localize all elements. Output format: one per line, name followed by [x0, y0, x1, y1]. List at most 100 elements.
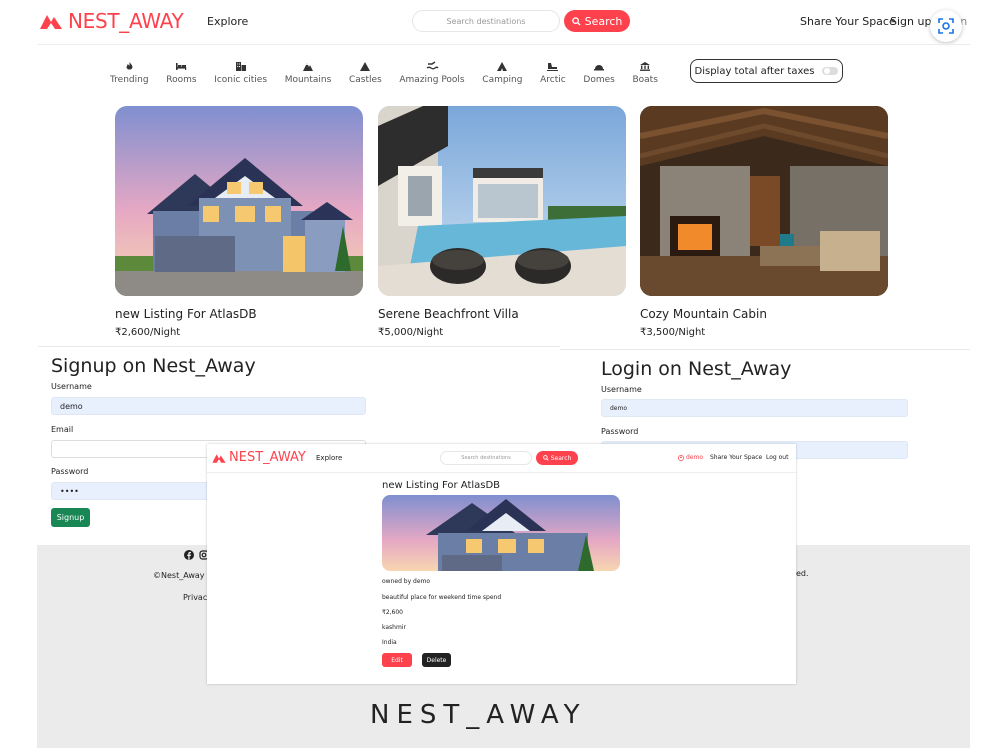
pool-icon: [426, 61, 439, 70]
brand-logo[interactable]: NEST_AWAY: [38, 9, 184, 33]
listing-owner: owned by demo: [382, 578, 431, 585]
listing-image[interactable]: [378, 106, 626, 296]
listing-image[interactable]: [640, 106, 888, 296]
boat-icon: [640, 62, 651, 71]
filter-label: Trending: [110, 75, 149, 85]
facebook-icon[interactable]: [184, 550, 194, 560]
password-label: Password: [51, 467, 89, 476]
listing-detail-window: NEST_AWAY Explore Search destinations Se…: [207, 444, 796, 684]
filter-label: Camping: [482, 75, 523, 85]
listing-location: kashmir: [382, 624, 406, 631]
mountain-icon: [303, 63, 313, 71]
filter-label: Castles: [348, 75, 382, 85]
airbnb-logo-icon: [212, 453, 226, 463]
filter-iconic-cities[interactable]: Iconic cities: [214, 61, 267, 89]
username: demo: [686, 454, 704, 461]
filter-label: Arctic: [540, 75, 566, 85]
filter-label: Iconic cities: [214, 75, 268, 85]
airbnb-logo-icon: [40, 15, 62, 29]
listing-price: ₹2,600/Night: [115, 327, 181, 338]
search-button[interactable]: Search: [536, 451, 578, 465]
filter-label: Mountains: [284, 75, 332, 85]
delete-button[interactable]: Delete: [422, 653, 451, 667]
search-button-label: Search: [550, 454, 572, 462]
filter-label: Boats: [632, 75, 658, 85]
section-divider: [38, 346, 560, 347]
bed-icon: [176, 63, 187, 70]
listing-title[interactable]: Serene Beachfront Villa: [378, 307, 519, 321]
email-label: Email: [51, 425, 74, 434]
logout-link[interactable]: Log out: [766, 454, 788, 461]
villa-photo: [378, 106, 626, 296]
login-username-input[interactable]: demo: [601, 399, 908, 417]
listing-title[interactable]: new Listing For AtlasDB: [115, 307, 257, 321]
user-menu[interactable]: demo: [678, 454, 703, 461]
search-icon: [542, 455, 549, 461]
lens-icon: [938, 18, 954, 34]
tent-icon: [497, 62, 508, 71]
listing-country: India: [382, 639, 397, 646]
brand-name: NEST_AWAY: [229, 450, 306, 465]
search-button[interactable]: Search: [564, 10, 630, 32]
navbar-divider: [38, 44, 970, 45]
google-lens-button[interactable]: [930, 10, 962, 42]
password-value: ••••: [60, 486, 79, 496]
filter-boats[interactable]: Boats: [632, 61, 658, 89]
password-label: Password: [601, 427, 639, 436]
brand-logo[interactable]: NEST_AWAY: [211, 450, 306, 465]
filter-trending[interactable]: Trending: [110, 61, 149, 89]
filter-camping[interactable]: Camping: [482, 61, 522, 89]
filter-label: Domes: [583, 75, 615, 85]
edit-button[interactable]: Edit: [382, 653, 412, 667]
social-icons: [184, 550, 209, 560]
listing-detail-image: [382, 495, 620, 571]
signup-link[interactable]: Sign up: [890, 15, 931, 28]
listing-detail-price: ₹2,600: [382, 609, 403, 616]
listing-image[interactable]: [115, 106, 363, 296]
filter-mountains[interactable]: Mountains: [284, 61, 332, 89]
filter-amazing-pools[interactable]: Amazing Pools: [399, 61, 465, 89]
explore-link[interactable]: Explore: [316, 454, 342, 462]
filter-label: Rooms: [166, 75, 197, 85]
search-icon: [571, 16, 581, 26]
city-icon: [235, 62, 246, 71]
filter-label: Amazing Pools: [399, 75, 465, 85]
tax-toggle[interactable]: Display total after taxes: [690, 59, 843, 83]
listing-detail-title: new Listing For AtlasDB: [382, 480, 501, 491]
filters-bar: Trending Rooms Iconic cities Mountains C…: [110, 61, 658, 89]
filter-domes[interactable]: Domes: [583, 61, 615, 89]
user-icon: [678, 454, 684, 461]
brand-name: NEST_AWAY: [68, 9, 184, 33]
footer-copyright: ©Nest_Away P: [153, 571, 212, 580]
filter-rooms[interactable]: Rooms: [166, 61, 197, 89]
castle-icon: [360, 62, 371, 71]
search-placeholder: Search destinations: [461, 455, 511, 461]
share-space-link[interactable]: Share Your Space: [800, 15, 896, 28]
overlay-nav-divider: [207, 472, 796, 473]
tax-switch[interactable]: [822, 67, 839, 75]
share-space-link[interactable]: Share Your Space: [710, 454, 762, 461]
filter-arctic[interactable]: Arctic: [540, 61, 566, 89]
search-input[interactable]: Search destinations: [440, 451, 532, 465]
search-placeholder: Search destinations: [446, 16, 526, 26]
dome-icon: [594, 65, 605, 71]
listing-title[interactable]: Cozy Mountain Cabin: [640, 307, 767, 321]
house-photo: [115, 106, 363, 296]
tax-toggle-label: Display total after taxes: [694, 65, 815, 77]
username-value: demo: [610, 404, 628, 412]
username-label: Username: [601, 385, 642, 394]
explore-link[interactable]: Explore: [207, 15, 248, 28]
filter-castles[interactable]: Castles: [349, 61, 382, 89]
fire-icon: [126, 61, 133, 70]
search-button-label: Search: [584, 14, 623, 28]
signup-username-input[interactable]: demo: [51, 397, 366, 415]
listing-price: ₹5,000/Night: [378, 327, 444, 338]
house-photo: [382, 495, 620, 571]
cabin-photo: [640, 106, 888, 296]
signup-button[interactable]: Signup: [51, 508, 90, 527]
section-divider: [560, 349, 970, 350]
snowmobile-icon: [547, 63, 559, 71]
search-input[interactable]: Search destinations: [412, 10, 560, 32]
listing-description: beautiful place for weekend time spend: [382, 594, 502, 601]
username-label: Username: [51, 382, 92, 391]
